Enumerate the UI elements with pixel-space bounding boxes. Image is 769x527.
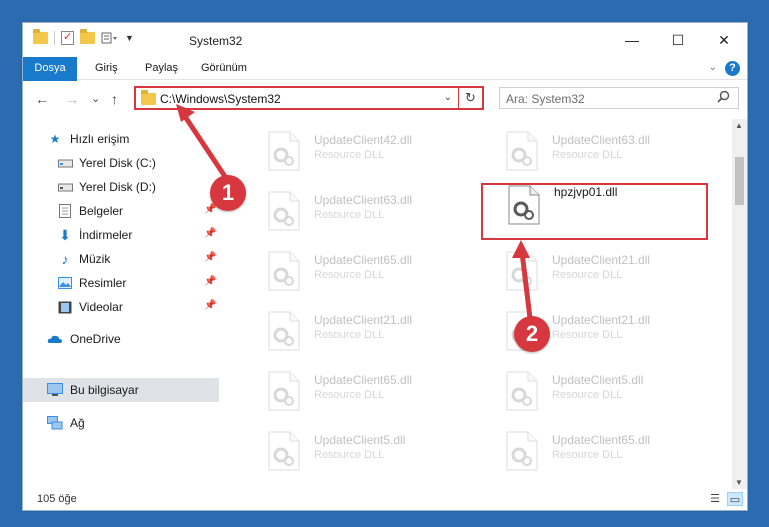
annotation-arrows: [176, 104, 533, 319]
step-2-badge: 2: [514, 316, 550, 352]
step-1-badge: 1: [210, 175, 246, 211]
